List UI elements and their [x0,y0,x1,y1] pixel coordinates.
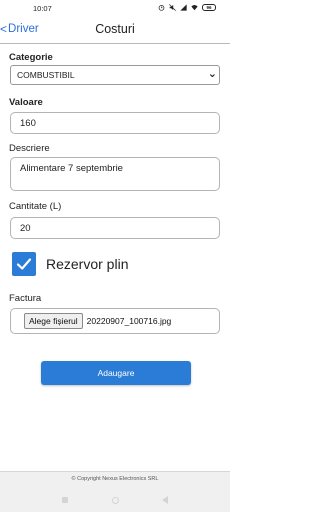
status-icons: 96 [158,4,216,11]
chevron-down-icon: ⌄ [207,68,217,80]
rezervor-plin-row: Rezervor plin [12,252,128,276]
categorie-select[interactable]: COMBUSTIBIL ⌄ [10,65,220,85]
back-label: Driver [8,23,39,35]
factura-file-input: Alege fișierul 20220907_100716.jpg [10,308,220,334]
home-button[interactable] [111,496,119,504]
cantitate-value: 20 [20,222,31,234]
app-bar: < Driver Costuri [0,16,230,44]
status-time: 10:07 [33,4,52,13]
status-bar: 10:07 96 [0,0,230,16]
adaugare-button[interactable]: Adaugare [41,361,191,385]
cantitate-input[interactable]: 20 [10,217,220,239]
valoare-label: Valoare [9,97,43,108]
footer: © Copyright Nexus Electronics SRL [0,471,230,512]
back-button[interactable] [161,496,169,504]
back-to-driver-link[interactable]: < Driver [0,22,39,36]
factura-label: Factura [9,293,42,304]
checkmark-icon [16,258,32,270]
battery-icon: 96 [202,4,216,11]
descriere-textarea[interactable]: Alimentare 7 septembrie [10,157,220,191]
triangle-back-icon [162,496,168,504]
circle-icon [111,496,119,504]
rezervor-plin-checkbox[interactable] [12,252,36,276]
alarm-icon [158,5,165,11]
cantitate-label: Cantitate (L) [9,201,62,212]
descriere-value: Alimentare 7 septembrie [20,163,123,174]
choose-file-button[interactable]: Alege fișierul [24,313,83,329]
recent-apps-button[interactable] [61,496,69,504]
square-icon [62,497,68,503]
valoare-value: 160 [20,117,36,129]
system-nav-bar [0,494,230,506]
chevron-left-icon: < [0,22,8,36]
categorie-label: Categorie [9,52,53,63]
rezervor-plin-label[interactable]: Rezervor plin [46,256,128,272]
categorie-selected-value: COMBUSTIBIL [17,70,75,80]
mute-icon [169,4,176,11]
wifi-icon [191,5,198,11]
descriere-label: Descriere [9,143,50,154]
signal-icon [180,4,187,11]
copyright-text: © Copyright Nexus Electronics SRL [71,476,159,482]
selected-file-name: 20220907_100716.jpg [86,316,172,326]
valoare-input[interactable]: 160 [10,112,220,134]
